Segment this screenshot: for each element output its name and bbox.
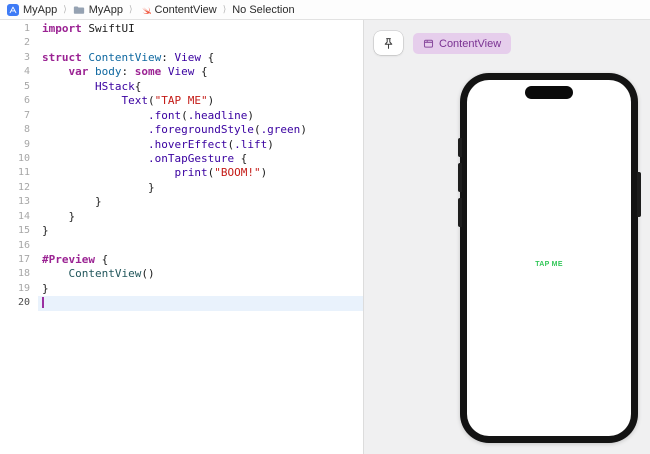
- code-line[interactable]: 11 print("BOOM!"): [0, 166, 363, 180]
- line-number[interactable]: 16: [0, 239, 30, 253]
- breadcrumb-label: No Selection: [232, 3, 295, 16]
- text-cursor: [42, 296, 44, 308]
- line-number[interactable]: 6: [0, 94, 30, 108]
- line-number[interactable]: 5: [0, 80, 30, 94]
- code-line[interactable]: 6 Text("TAP ME"): [0, 94, 363, 108]
- breadcrumb-separator: ⟩: [222, 4, 227, 14]
- device-preview: TAP ME: [457, 73, 641, 443]
- box-icon: [423, 38, 434, 49]
- code-line[interactable]: 14 }: [0, 210, 363, 224]
- code-text: print("BOOM!"): [174, 166, 268, 180]
- breadcrumb-separator: ⟩: [63, 4, 67, 14]
- code-line[interactable]: 18 ContentView(): [0, 267, 363, 281]
- code-line[interactable]: 13 }: [0, 195, 363, 209]
- line-number[interactable]: 18: [0, 267, 30, 281]
- code-line[interactable]: 20: [0, 296, 363, 311]
- jump-bar: MyApp ⟩ MyApp ⟩ ContentView ⟩ No Selection: [0, 0, 650, 20]
- breadcrumb-label: MyApp: [23, 3, 58, 16]
- preview-target-chip[interactable]: ContentView: [413, 33, 512, 54]
- code-text: }: [42, 180, 155, 194]
- code-line[interactable]: 5 HStack{: [0, 80, 363, 94]
- line-number[interactable]: 9: [0, 138, 30, 152]
- code-text: .foregroundStyle(.green): [147, 123, 307, 137]
- breadcrumb: MyApp ⟩ MyApp ⟩ ContentView ⟩ No Selection: [7, 3, 295, 16]
- code-text: }: [42, 224, 49, 238]
- code-line[interactable]: 8 .foregroundStyle(.green): [0, 123, 363, 137]
- breadcrumb-label: ContentView: [154, 3, 217, 16]
- line-number[interactable]: 11: [0, 166, 30, 180]
- code-line[interactable]: 19}: [0, 282, 363, 296]
- code-lines: 1 import SwiftUI 2 3 struct ContentView: Vie…: [0, 22, 363, 311]
- line-number[interactable]: 17: [0, 253, 30, 267]
- breadcrumb-item-myapp[interactable]: MyApp: [73, 4, 123, 16]
- line-number[interactable]: 12: [0, 181, 30, 195]
- code-line[interactable]: 2: [0, 36, 363, 50]
- code-line[interactable]: 17 #Preview {: [0, 253, 363, 267]
- code-text: Text("TAP ME"): [121, 94, 215, 108]
- swift-file-icon: [139, 4, 151, 16]
- line-number[interactable]: 10: [0, 152, 30, 166]
- code-text: }: [42, 281, 49, 295]
- code-line[interactable]: 10 .onTapGesture {: [0, 152, 363, 166]
- breadcrumb-separator: ⟩: [129, 4, 133, 14]
- pin-preview-button[interactable]: [374, 31, 403, 55]
- code-line[interactable]: 7 .font(.headline): [0, 109, 363, 123]
- line-number[interactable]: 4: [0, 65, 30, 79]
- preview-tap-me-text[interactable]: TAP ME: [467, 261, 631, 268]
- code-text: HStack{: [94, 79, 142, 93]
- code-text: }: [42, 195, 102, 209]
- line-number[interactable]: 13: [0, 195, 30, 209]
- app-icon: [7, 3, 19, 16]
- code-line[interactable]: 15}: [0, 224, 363, 238]
- line-number[interactable]: 19: [0, 282, 30, 296]
- code-line[interactable]: 12 }: [0, 181, 363, 195]
- code-text: struct ContentView: View {: [42, 50, 215, 64]
- code-text: .onTapGesture {: [147, 151, 248, 165]
- code-text: ContentView(): [68, 267, 155, 281]
- breadcrumb-item-contentview[interactable]: ContentView: [139, 4, 217, 16]
- code-text: import SwiftUI: [42, 22, 135, 35]
- code-line[interactable]: 16: [0, 239, 363, 253]
- device-volume-up-button: [457, 163, 462, 192]
- line-number[interactable]: 8: [0, 123, 30, 137]
- line-number[interactable]: 15: [0, 224, 30, 238]
- breadcrumb-item-no-selection[interactable]: No Selection: [232, 4, 294, 16]
- code-line[interactable]: 4 var body: some View {: [0, 65, 363, 79]
- line-number[interactable]: 1: [0, 22, 30, 36]
- line-number[interactable]: 20: [0, 296, 30, 310]
- preview-canvas: ContentView TAP ME: [363, 20, 650, 454]
- code-line[interactable]: 3 struct ContentView: View {: [0, 51, 363, 65]
- breadcrumb-item-myapp[interactable]: MyApp: [7, 3, 58, 16]
- line-number[interactable]: 2: [0, 36, 30, 50]
- breadcrumb-label: MyApp: [88, 3, 124, 16]
- code-editor[interactable]: 1 import SwiftUI 2 3 struct ContentView: Vie…: [0, 20, 363, 454]
- line-number[interactable]: 14: [0, 210, 30, 224]
- folder-icon: [73, 4, 85, 16]
- code-line[interactable]: 1 import SwiftUI: [0, 22, 363, 36]
- code-text: .font(.headline): [147, 108, 254, 122]
- dynamic-island: [525, 86, 573, 99]
- code-text: #Preview {: [42, 253, 109, 266]
- line-number[interactable]: 7: [0, 109, 30, 123]
- code-text: [38, 296, 363, 311]
- code-text: var body: some View {: [68, 65, 208, 79]
- code-text: }: [42, 209, 76, 223]
- pin-icon: [382, 37, 395, 50]
- device-action-button: [457, 138, 462, 157]
- code-line[interactable]: 9 .hoverEffect(.lift): [0, 138, 363, 152]
- device-screen[interactable]: TAP ME: [467, 80, 631, 436]
- device-volume-down-button: [457, 198, 462, 227]
- code-text: .hoverEffect(.lift): [147, 137, 274, 151]
- preview-target-label: ContentView: [439, 37, 502, 50]
- line-number[interactable]: 3: [0, 51, 30, 65]
- device-power-button: [636, 172, 641, 217]
